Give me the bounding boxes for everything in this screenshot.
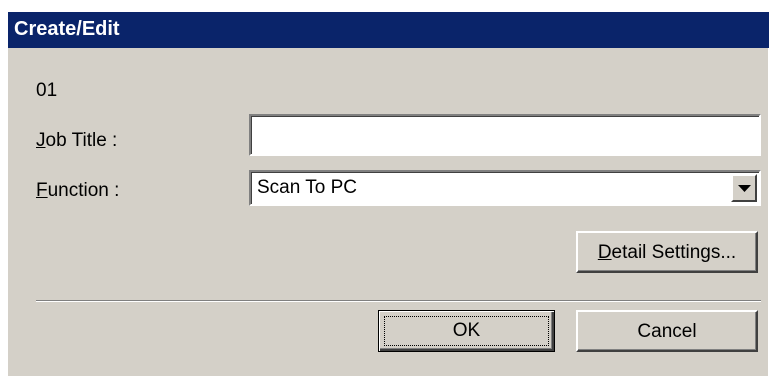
detail-settings-button[interactable]: Detail Settings... bbox=[576, 231, 758, 273]
job-title-input[interactable] bbox=[249, 114, 761, 156]
function-selected-value: Scan To PC bbox=[257, 177, 357, 198]
detail-settings-accelerator: D bbox=[597, 242, 612, 263]
job-number: 01 bbox=[36, 80, 58, 101]
function-dropdown-button[interactable] bbox=[731, 174, 757, 202]
ok-button-label: OK bbox=[452, 320, 481, 341]
function-accelerator: F bbox=[36, 180, 48, 201]
cancel-button[interactable]: Cancel bbox=[576, 310, 758, 352]
create-edit-dialog: Create/Edit 01 Job Title : Function : Sc… bbox=[7, 11, 769, 376]
function-label: Function : bbox=[36, 180, 119, 202]
dialog-title: Create/Edit bbox=[14, 18, 120, 40]
job-title-accelerator: J bbox=[36, 130, 46, 151]
detail-settings-label-text: etail Settings... bbox=[611, 242, 737, 263]
triangle-down-icon bbox=[738, 185, 751, 192]
job-title-label-text: ob Title : bbox=[45, 130, 118, 151]
ok-button[interactable]: OK bbox=[378, 310, 555, 352]
dialog-titlebar[interactable]: Create/Edit bbox=[8, 12, 769, 48]
function-label-text: unction : bbox=[47, 180, 120, 201]
function-select[interactable]: Scan To PC bbox=[249, 170, 761, 206]
detail-settings-button-label: Detail Settings... bbox=[578, 242, 756, 264]
button-separator bbox=[36, 300, 761, 302]
job-title-label: Job Title : bbox=[36, 130, 117, 152]
cancel-button-label: Cancel bbox=[637, 321, 697, 342]
